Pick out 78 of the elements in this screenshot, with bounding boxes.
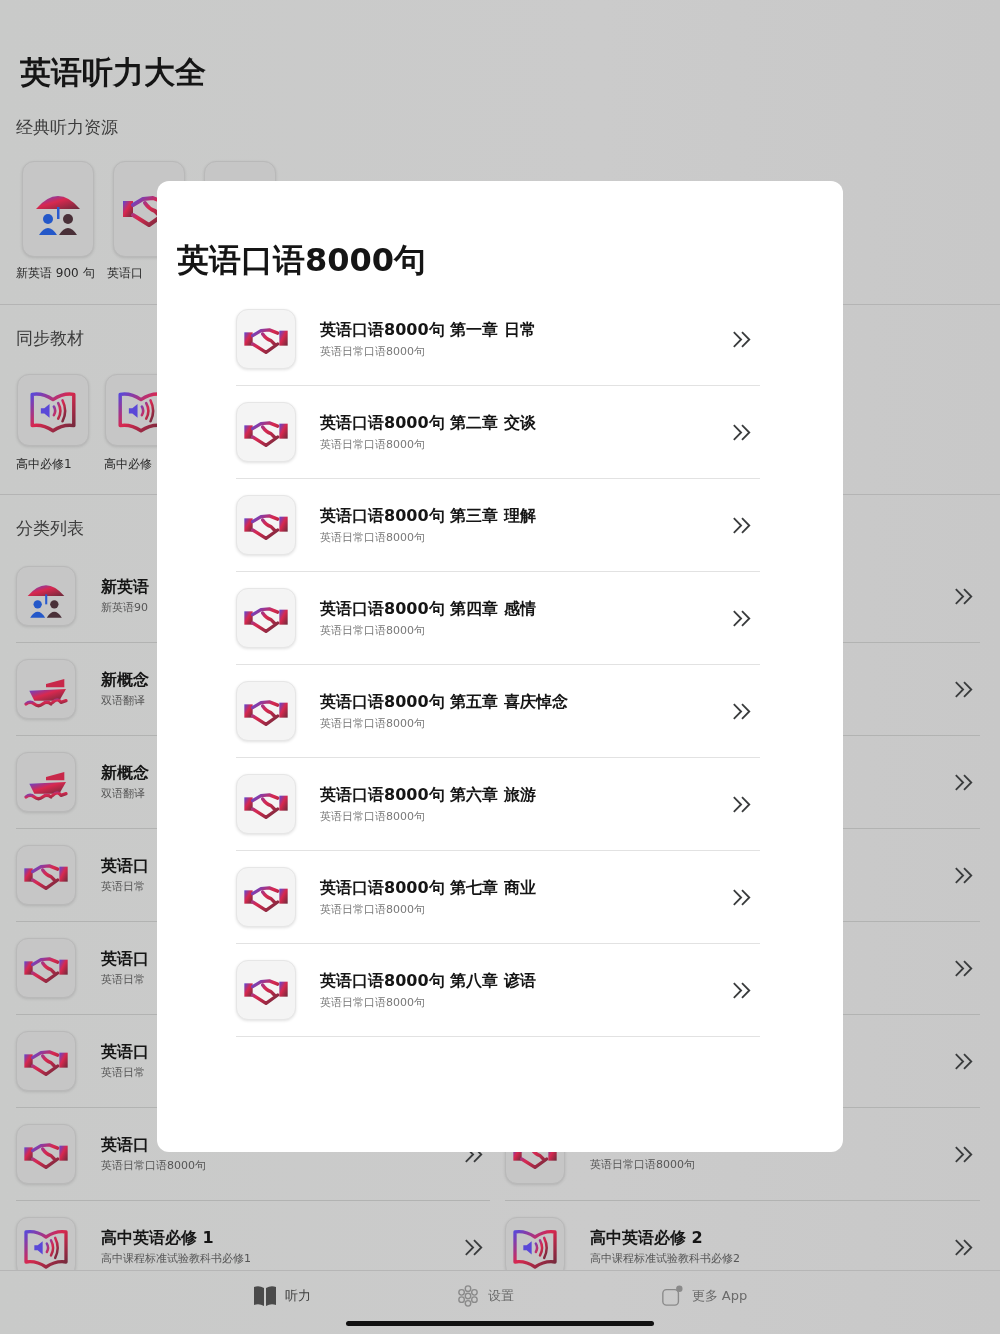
- list-subtitle: 英语日常口语8000句: [590, 1157, 695, 1172]
- flower-icon: [456, 1285, 481, 1307]
- double-chevron-icon[interactable]: [954, 586, 974, 606]
- section-heading: 同步教材: [16, 327, 84, 350]
- chapter-subtitle: 英语日常口语8000句: [320, 715, 425, 731]
- double-chevron-icon[interactable]: [732, 422, 752, 442]
- list-title: 高中英语必修 2: [590, 1228, 703, 1249]
- app-badge-icon: [659, 1285, 684, 1307]
- chapter-title: 英语口语8000句 第二章 交谈: [320, 412, 536, 434]
- chapter-title: 英语口语8000句 第七章 商业: [320, 877, 536, 899]
- app-title: 英语听力大全: [19, 53, 207, 92]
- double-chevron-icon[interactable]: [954, 958, 974, 978]
- chapter-title: 英语口语8000句 第八章 谚语: [320, 970, 536, 992]
- list-subtitle: 双语翻译: [101, 786, 145, 801]
- book-icon[interactable]: [16, 1217, 76, 1270]
- list-title: 新概念: [101, 763, 149, 784]
- book-icon: [252, 1285, 277, 1307]
- ship-icon[interactable]: [16, 752, 76, 812]
- handshake-icon[interactable]: [16, 845, 76, 905]
- chapter-subtitle: 英语日常口语8000句: [320, 901, 425, 917]
- app-label: 高中必修1: [16, 456, 72, 473]
- handshake-icon[interactable]: [16, 1031, 76, 1091]
- list-subtitle: 高中课程标准试验教科书必修1: [101, 1251, 251, 1266]
- chapter-subtitle: 英语日常口语8000句: [320, 622, 425, 638]
- section-heading: 经典听力资源: [16, 116, 118, 139]
- app-label: 新英语 900 句: [16, 265, 95, 282]
- list-title: 新英语: [101, 577, 149, 598]
- double-chevron-icon[interactable]: [732, 515, 752, 535]
- double-chevron-icon[interactable]: [732, 794, 752, 814]
- handshake-icon[interactable]: [16, 938, 76, 998]
- chapter-subtitle: 英语日常口语8000句: [320, 343, 425, 359]
- list-subtitle: 高中课程标准试验教科书必修2: [590, 1251, 740, 1266]
- double-chevron-icon[interactable]: [732, 887, 752, 907]
- chapter-subtitle: 英语日常口语8000句: [320, 529, 425, 545]
- list-subtitle: 英语日常: [101, 1065, 145, 1080]
- list-title: 英语口: [101, 1135, 149, 1156]
- double-chevron-icon[interactable]: [954, 772, 974, 792]
- chapter-title: 英语口语8000句 第三章 理解: [320, 505, 536, 527]
- chapter-title: 英语口语8000句 第四章 感情: [320, 598, 536, 620]
- double-chevron-icon[interactable]: [954, 679, 974, 699]
- ship-icon[interactable]: [16, 659, 76, 719]
- list-title: 英语口: [101, 949, 149, 970]
- sheet-title: 英语口语8000句: [177, 240, 427, 281]
- double-chevron-icon[interactable]: [732, 608, 752, 628]
- double-chevron-icon[interactable]: [954, 1144, 974, 1164]
- section-heading: 分类列表: [16, 517, 84, 540]
- handshake-icon[interactable]: [16, 1124, 76, 1184]
- double-chevron-icon[interactable]: [732, 980, 752, 1000]
- chapter-title: 英语口语8000句 第六章 旅游: [320, 784, 536, 806]
- umbrella-icon[interactable]: [22, 161, 94, 257]
- double-chevron-icon[interactable]: [954, 1051, 974, 1071]
- double-chevron-icon[interactable]: [954, 865, 974, 885]
- list-title: 高中英语必修 1: [101, 1228, 214, 1249]
- book-icon[interactable]: [17, 374, 89, 446]
- chapter-subtitle: 英语日常口语8000句: [320, 994, 425, 1010]
- chapter-title: 英语口语8000句 第五章 喜庆悼念: [320, 691, 568, 713]
- double-chevron-icon[interactable]: [464, 1237, 484, 1257]
- app-label: 英语口: [107, 265, 143, 282]
- tab[interactable]: 更多 App: [659, 1285, 748, 1307]
- list-title: 英语口: [101, 1042, 149, 1063]
- app-label: 高中必修: [104, 456, 152, 473]
- double-chevron-icon[interactable]: [954, 1237, 974, 1257]
- tab[interactable]: 设置: [456, 1285, 515, 1307]
- double-chevron-icon[interactable]: [732, 701, 752, 721]
- book-icon[interactable]: [505, 1217, 565, 1270]
- tab[interactable]: 听力: [252, 1285, 311, 1307]
- list-subtitle: 英语日常: [101, 972, 145, 987]
- list-subtitle: 新英语90: [101, 600, 148, 615]
- double-chevron-icon[interactable]: [732, 329, 752, 349]
- chapter-subtitle: 英语日常口语8000句: [320, 436, 425, 452]
- list-title: 英语口: [101, 856, 149, 877]
- list-subtitle: 英语日常: [101, 879, 145, 894]
- chapter-subtitle: 英语日常口语8000句: [320, 808, 425, 824]
- list-subtitle: 双语翻译: [101, 693, 145, 708]
- chapter-title: 英语口语8000句 第一章 日常: [320, 319, 536, 341]
- umbrella-icon[interactable]: [16, 566, 76, 626]
- list-subtitle: 英语日常口语8000句: [101, 1158, 206, 1173]
- list-title: 新概念: [101, 670, 149, 691]
